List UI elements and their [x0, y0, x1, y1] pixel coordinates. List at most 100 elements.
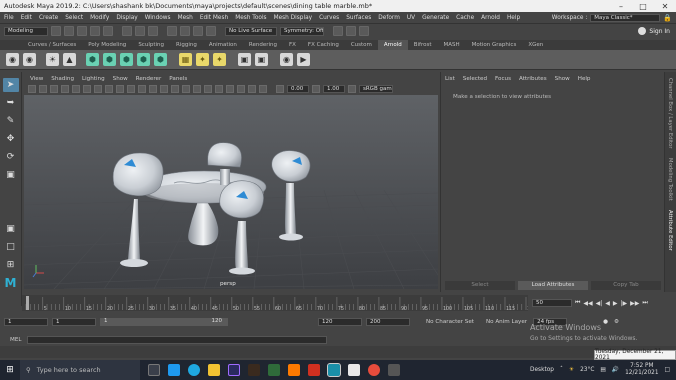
film-gate-icon[interactable] — [83, 85, 91, 93]
save-scene-icon[interactable] — [77, 26, 87, 36]
mel-input[interactable] — [27, 335, 328, 344]
volume-icon[interactable]: ⬢ — [154, 53, 167, 66]
attr-menu-selected[interactable]: Selected — [463, 76, 487, 82]
task-view-icon[interactable] — [148, 364, 160, 376]
exposure-field[interactable]: 0.00 — [287, 85, 309, 93]
current-time-marker[interactable] — [26, 296, 29, 310]
wireframe-on-shaded-icon[interactable] — [160, 85, 168, 93]
four-view-layout-icon[interactable]: ⊞ — [3, 258, 19, 272]
stand-in-icon[interactable]: ▦ — [179, 53, 192, 66]
menu-cache[interactable]: Cache — [456, 15, 474, 21]
attr-menu-focus[interactable]: Focus — [495, 76, 511, 82]
character-set-label[interactable]: No Character Set — [426, 319, 474, 325]
tab-modeling-toolkit[interactable]: Modeling Toolkit — [667, 158, 673, 201]
go-to-start-icon[interactable]: ⏮ — [575, 299, 580, 307]
shelf-tab-curves-surfaces[interactable]: Curves / Surfaces — [22, 40, 82, 50]
camera-attributes-icon[interactable] — [39, 85, 47, 93]
xray-icon[interactable] — [248, 85, 256, 93]
minimize-icon[interactable]: – — [610, 2, 632, 11]
viewport-menu-view[interactable]: View — [30, 76, 43, 82]
area-light-icon[interactable]: ▲ — [63, 53, 76, 66]
safe-action-icon[interactable] — [127, 85, 135, 93]
photometric-light-icon[interactable]: ⬢ — [120, 53, 133, 66]
shadows-icon[interactable] — [193, 85, 201, 93]
step-forward-key-icon[interactable]: ▶▶ — [630, 300, 639, 307]
file-explorer-icon[interactable] — [208, 364, 220, 376]
smooth-shade-icon[interactable] — [149, 85, 157, 93]
menu-create[interactable]: Create — [39, 15, 58, 21]
play-backward-icon[interactable]: ◀ — [605, 300, 610, 307]
undo-icon[interactable] — [90, 26, 100, 36]
live-surface-field[interactable]: No Live Surface — [225, 26, 277, 36]
chevron-up-icon[interactable]: ˆ — [560, 367, 563, 373]
viewport-menu-shading[interactable]: Shading — [51, 76, 74, 82]
exposure-icon[interactable] — [276, 85, 284, 93]
shelf-tab-rigging[interactable]: Rigging — [170, 40, 203, 50]
attr-menu-show[interactable]: Show — [555, 76, 570, 82]
menu-modify[interactable]: Modify — [90, 15, 109, 21]
tx-manager-icon[interactable]: ▣ — [255, 53, 268, 66]
anti-aliasing-icon[interactable] — [226, 85, 234, 93]
gamma-icon[interactable] — [312, 85, 320, 93]
taskbar-search[interactable]: ⚲ Type here to search — [20, 360, 140, 380]
shelf-tab-sculpting[interactable]: Sculpting — [132, 40, 170, 50]
menu-edit[interactable]: Edit — [21, 15, 32, 21]
render-settings-icon[interactable] — [359, 26, 369, 36]
start-frame-field[interactable]: 1 — [4, 318, 48, 326]
view-transform-field[interactable]: sRGB gamma — [359, 85, 393, 93]
wireframe-icon[interactable] — [138, 85, 146, 93]
notifications-icon[interactable]: □ — [665, 367, 670, 373]
lock-icon[interactable]: 🔒 — [663, 14, 672, 22]
start-button[interactable]: ⊞ — [0, 365, 20, 375]
go-to-end-icon[interactable]: ⏭ — [642, 299, 647, 307]
end-frame-field[interactable]: 200 — [366, 318, 410, 326]
scale-tool-icon[interactable]: ▣ — [3, 168, 19, 182]
menuset-dropdown[interactable]: Modeling — [4, 26, 48, 36]
illustrator-icon[interactable] — [288, 364, 300, 376]
attr-menu-help[interactable]: Help — [578, 76, 591, 82]
resolution-gate-icon[interactable] — [94, 85, 102, 93]
copy-tab-button[interactable]: Copy Tab — [591, 281, 661, 290]
step-forward-frame-icon[interactable]: |▶ — [621, 300, 628, 307]
rotate-tool-icon[interactable]: ⟳ — [3, 150, 19, 164]
menu-curves[interactable]: Curves — [319, 15, 339, 21]
play-forward-icon[interactable]: ▶ — [613, 300, 618, 307]
mesh-light-icon[interactable]: ⬢ — [103, 53, 116, 66]
lights-icon[interactable] — [182, 85, 190, 93]
snap-curve-icon[interactable] — [180, 26, 190, 36]
shelf-tab-fx[interactable]: FX — [283, 40, 302, 50]
shelf-tab-fx-caching[interactable]: FX Caching — [302, 40, 345, 50]
skydome-light-icon[interactable]: ☀ — [46, 53, 59, 66]
physical-sky-icon[interactable]: ⬢ — [137, 53, 150, 66]
field-chart-icon[interactable] — [116, 85, 124, 93]
viewport-menu-panels[interactable]: Panels — [169, 76, 187, 82]
shelf-tab-poly-modeling[interactable]: Poly Modeling — [82, 40, 132, 50]
step-back-key-icon[interactable]: ◀◀ — [583, 300, 592, 307]
paint-select-tool-icon[interactable]: ✎ — [3, 114, 19, 128]
grid-icon[interactable] — [72, 85, 80, 93]
play-render-icon[interactable]: ▶ — [297, 53, 310, 66]
menu-mesh[interactable]: Mesh — [178, 15, 193, 21]
menu-file[interactable]: File — [4, 15, 14, 21]
workspace-dropdown[interactable]: Maya Classic* — [590, 13, 661, 22]
current-frame-field[interactable]: 50 — [532, 299, 572, 307]
render-sequence-icon[interactable]: ◉ — [280, 53, 293, 66]
anim-layer-label[interactable]: No Anim Layer — [486, 319, 527, 325]
time-slider[interactable]: 5 10 15 20 25 30 35 40 45 50 55 60 65 70 75 80 85 90 95 100… — [22, 295, 536, 312]
attr-menu-attributes[interactable]: Attributes — [519, 76, 547, 82]
shelf-tab-xgen[interactable]: XGen — [522, 40, 549, 50]
load-attributes-button[interactable]: Load Attributes — [518, 281, 588, 290]
windows-widget-icon[interactable] — [168, 364, 180, 376]
pdf-reader-icon[interactable] — [308, 364, 320, 376]
render-icon[interactable] — [333, 26, 343, 36]
arnold-ipr-icon[interactable]: ◉ — [23, 53, 36, 66]
lasso-tool-icon[interactable]: ➥ — [3, 96, 19, 110]
gamma-field[interactable]: 1.00 — [323, 85, 345, 93]
license-icon[interactable]: ▣ — [238, 53, 251, 66]
close-icon[interactable]: ✕ — [654, 2, 676, 11]
step-back-frame-icon[interactable]: ◀| — [596, 300, 603, 307]
range-slider[interactable]: 1 120 — [100, 318, 228, 326]
ambient-occlusion-icon[interactable] — [204, 85, 212, 93]
viewport-menu-show[interactable]: Show — [113, 76, 128, 82]
viewport-panel[interactable]: persp — [24, 95, 438, 289]
